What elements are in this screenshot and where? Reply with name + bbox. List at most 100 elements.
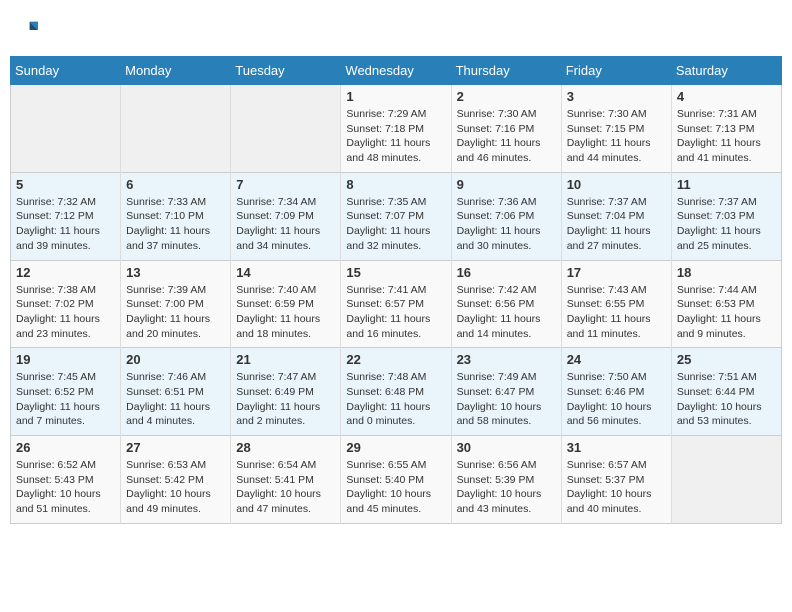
col-header-sunday: Sunday <box>11 57 121 85</box>
week-row-2: 5 Sunrise: 7:32 AM Sunset: 7:12 PM Daylig… <box>11 172 782 260</box>
day-info: Sunrise: 7:36 AM Sunset: 7:06 PM Dayligh… <box>457 196 541 252</box>
day-cell: 12Sunrise: 7:38 AM Sunset: 7:02 PM Dayli… <box>11 260 121 348</box>
col-header-thursday: Thursday <box>451 57 561 85</box>
day-number: 20 <box>126 352 225 367</box>
day-info: Sunrise: 7:48 AM Sunset: 6:48 PM Dayligh… <box>346 371 430 427</box>
day-number: 15 <box>346 265 445 280</box>
day-number: 5 <box>16 177 115 192</box>
day-info: Sunrise: 7:49 AM Sunset: 6:47 PM Dayligh… <box>457 371 542 427</box>
day-info: Sunrise: 7:34 AM Sunset: 7:09 PM Dayligh… <box>236 196 320 252</box>
day-info: Sunrise: 7:30 AM Sunset: 7:15 PM Dayligh… <box>567 108 651 164</box>
col-header-wednesday: Wednesday <box>341 57 451 85</box>
day-number: 2 <box>457 89 556 104</box>
day-cell: 9 Sunrise: 7:36 AM Sunset: 7:06 PM Daylig… <box>451 172 561 260</box>
day-cell: 13Sunrise: 7:39 AM Sunset: 7:00 PM Dayli… <box>121 260 231 348</box>
day-cell: 15 Sunrise: 7:41 AM Sunset: 6:57 PM Dayli… <box>341 260 451 348</box>
day-cell: 1 Sunrise: 7:29 AM Sunset: 7:18 PM Daylig… <box>341 85 451 173</box>
day-info: Sunrise: 6:56 AM Sunset: 5:39 PM Dayligh… <box>457 459 542 515</box>
day-cell <box>11 85 121 173</box>
day-cell: 18 Sunrise: 7:44 AM Sunset: 6:53 PM Dayli… <box>671 260 781 348</box>
day-number: 1 <box>346 89 445 104</box>
day-info: Sunrise: 7:41 AM Sunset: 6:57 PM Dayligh… <box>346 284 430 340</box>
day-cell <box>671 436 781 524</box>
day-info: Sunrise: 7:35 AM Sunset: 7:07 PM Dayligh… <box>346 196 430 252</box>
day-cell: 10 Sunrise: 7:37 AM Sunset: 7:04 PM Dayli… <box>561 172 671 260</box>
col-header-saturday: Saturday <box>671 57 781 85</box>
day-info: Sunrise: 6:52 AM Sunset: 5:43 PM Dayligh… <box>16 459 101 515</box>
day-cell: 27Sunrise: 6:53 AM Sunset: 5:42 PM Dayli… <box>121 436 231 524</box>
day-number: 19 <box>16 352 115 367</box>
day-info: Sunrise: 6:57 AM Sunset: 5:37 PM Dayligh… <box>567 459 652 515</box>
day-cell: 2 Sunrise: 7:30 AM Sunset: 7:16 PM Daylig… <box>451 85 561 173</box>
day-info: Sunrise: 6:55 AM Sunset: 5:40 PM Dayligh… <box>346 459 431 515</box>
day-info: Sunrise: 6:53 AM Sunset: 5:42 PM Dayligh… <box>126 459 211 515</box>
week-row-3: 12Sunrise: 7:38 AM Sunset: 7:02 PM Dayli… <box>11 260 782 348</box>
day-cell: 5 Sunrise: 7:32 AM Sunset: 7:12 PM Daylig… <box>11 172 121 260</box>
col-header-tuesday: Tuesday <box>231 57 341 85</box>
day-cell: 22 Sunrise: 7:48 AM Sunset: 6:48 PM Dayli… <box>341 348 451 436</box>
day-cell: 14 Sunrise: 7:40 AM Sunset: 6:59 PM Dayli… <box>231 260 341 348</box>
day-info: Sunrise: 7:32 AM Sunset: 7:12 PM Dayligh… <box>16 196 100 252</box>
calendar-container: SundayMondayTuesdayWednesdayThursdayFrid… <box>10 10 782 524</box>
week-row-4: 19 Sunrise: 7:45 AM Sunset: 6:52 PM Dayli… <box>11 348 782 436</box>
day-cell: 17Sunrise: 7:43 AM Sunset: 6:55 PM Dayli… <box>561 260 671 348</box>
day-cell: 21 Sunrise: 7:47 AM Sunset: 6:49 PM Dayli… <box>231 348 341 436</box>
day-number: 14 <box>236 265 335 280</box>
day-number: 11 <box>677 177 776 192</box>
day-cell: 19 Sunrise: 7:45 AM Sunset: 6:52 PM Dayli… <box>11 348 121 436</box>
day-cell: 7 Sunrise: 7:34 AM Sunset: 7:09 PM Daylig… <box>231 172 341 260</box>
header <box>10 10 782 50</box>
day-number: 21 <box>236 352 335 367</box>
day-cell: 29 Sunrise: 6:55 AM Sunset: 5:40 PM Dayli… <box>341 436 451 524</box>
day-number: 12 <box>16 265 115 280</box>
day-info: Sunrise: 7:31 AM Sunset: 7:13 PM Dayligh… <box>677 108 761 164</box>
day-number: 23 <box>457 352 556 367</box>
day-cell: 25 Sunrise: 7:51 AM Sunset: 6:44 PM Dayli… <box>671 348 781 436</box>
day-cell <box>121 85 231 173</box>
day-cell: 20Sunrise: 7:46 AM Sunset: 6:51 PM Dayli… <box>121 348 231 436</box>
day-info: Sunrise: 7:47 AM Sunset: 6:49 PM Dayligh… <box>236 371 320 427</box>
day-number: 18 <box>677 265 776 280</box>
day-cell <box>231 85 341 173</box>
day-number: 10 <box>567 177 666 192</box>
day-info: Sunrise: 7:42 AM Sunset: 6:56 PM Dayligh… <box>457 284 541 340</box>
day-number: 17 <box>567 265 666 280</box>
day-number: 9 <box>457 177 556 192</box>
day-number: 22 <box>346 352 445 367</box>
day-number: 4 <box>677 89 776 104</box>
day-cell: 31Sunrise: 6:57 AM Sunset: 5:37 PM Dayli… <box>561 436 671 524</box>
day-cell: 16Sunrise: 7:42 AM Sunset: 6:56 PM Dayli… <box>451 260 561 348</box>
day-cell: 4 Sunrise: 7:31 AM Sunset: 7:13 PM Daylig… <box>671 85 781 173</box>
day-info: Sunrise: 7:37 AM Sunset: 7:04 PM Dayligh… <box>567 196 651 252</box>
day-number: 28 <box>236 440 335 455</box>
day-cell: 6 Sunrise: 7:33 AM Sunset: 7:10 PM Daylig… <box>121 172 231 260</box>
logo-icon <box>10 16 38 44</box>
week-row-5: 26 Sunrise: 6:52 AM Sunset: 5:43 PM Dayli… <box>11 436 782 524</box>
day-info: Sunrise: 7:40 AM Sunset: 6:59 PM Dayligh… <box>236 284 320 340</box>
day-info: Sunrise: 7:45 AM Sunset: 6:52 PM Dayligh… <box>16 371 100 427</box>
day-number: 6 <box>126 177 225 192</box>
day-number: 26 <box>16 440 115 455</box>
logo <box>10 16 40 44</box>
day-info: Sunrise: 7:39 AM Sunset: 7:00 PM Dayligh… <box>126 284 210 340</box>
day-cell: 26 Sunrise: 6:52 AM Sunset: 5:43 PM Dayli… <box>11 436 121 524</box>
col-header-monday: Monday <box>121 57 231 85</box>
day-number: 8 <box>346 177 445 192</box>
day-info: Sunrise: 7:51 AM Sunset: 6:44 PM Dayligh… <box>677 371 762 427</box>
day-number: 24 <box>567 352 666 367</box>
day-info: Sunrise: 7:33 AM Sunset: 7:10 PM Dayligh… <box>126 196 210 252</box>
day-number: 25 <box>677 352 776 367</box>
day-info: Sunrise: 7:30 AM Sunset: 7:16 PM Dayligh… <box>457 108 541 164</box>
day-info: Sunrise: 6:54 AM Sunset: 5:41 PM Dayligh… <box>236 459 321 515</box>
day-cell: 30 Sunrise: 6:56 AM Sunset: 5:39 PM Dayli… <box>451 436 561 524</box>
day-info: Sunrise: 7:29 AM Sunset: 7:18 PM Dayligh… <box>346 108 430 164</box>
day-number: 7 <box>236 177 335 192</box>
day-number: 29 <box>346 440 445 455</box>
day-info: Sunrise: 7:44 AM Sunset: 6:53 PM Dayligh… <box>677 284 761 340</box>
day-cell: 23 Sunrise: 7:49 AM Sunset: 6:47 PM Dayli… <box>451 348 561 436</box>
day-number: 3 <box>567 89 666 104</box>
day-cell: 8 Sunrise: 7:35 AM Sunset: 7:07 PM Daylig… <box>341 172 451 260</box>
day-number: 30 <box>457 440 556 455</box>
day-cell: 11Sunrise: 7:37 AM Sunset: 7:03 PM Dayli… <box>671 172 781 260</box>
day-cell: 3 Sunrise: 7:30 AM Sunset: 7:15 PM Daylig… <box>561 85 671 173</box>
